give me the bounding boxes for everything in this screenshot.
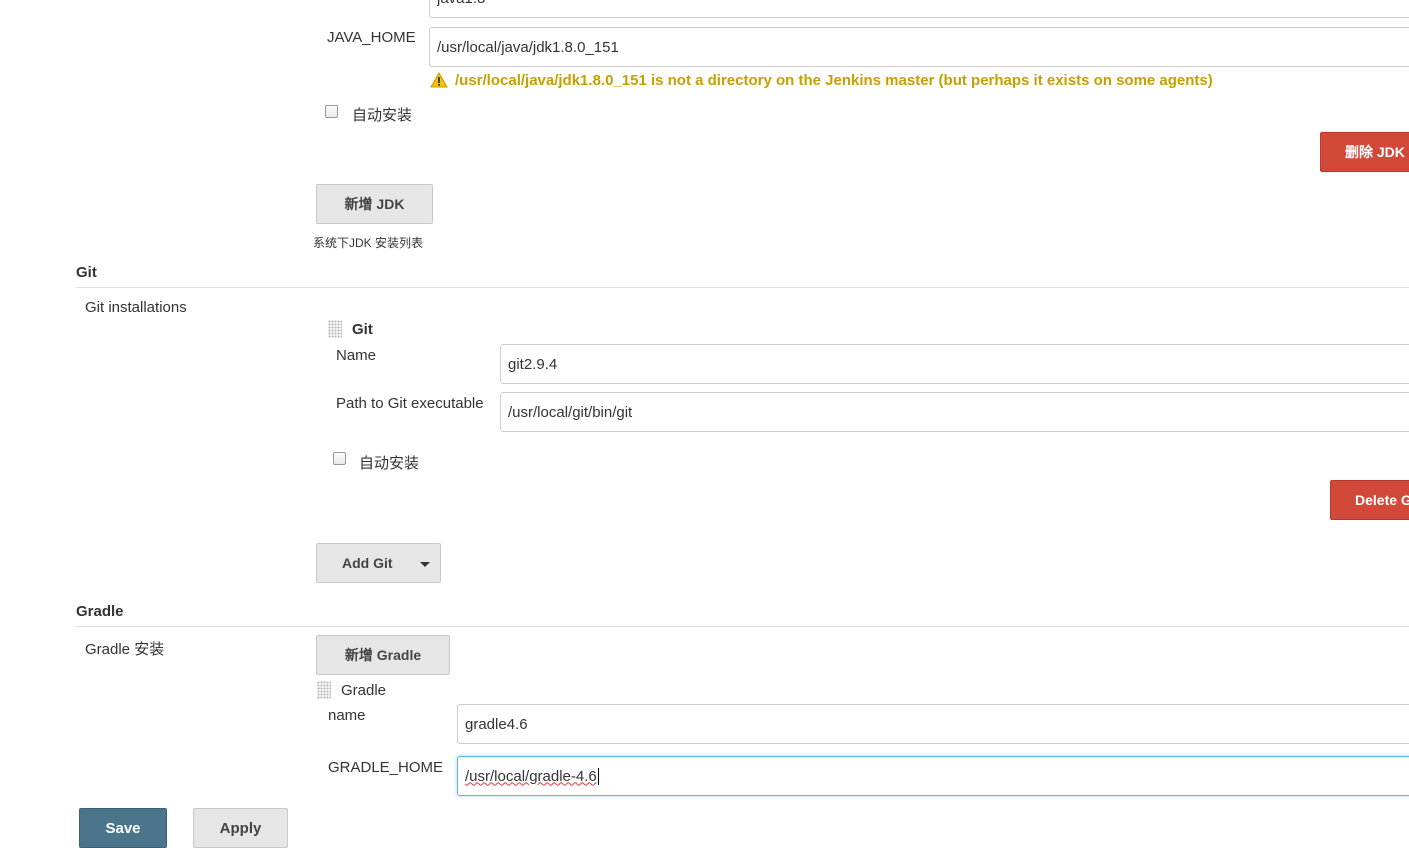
jdk-auto-install-label: 自动安装: [352, 107, 413, 124]
git-name-label: Name: [336, 347, 377, 364]
add-jdk-button[interactable]: 新增 JDK: [316, 184, 433, 224]
warning-icon: [430, 72, 448, 88]
add-git-label: Add Git: [342, 555, 393, 571]
git-section-title: Git: [76, 264, 97, 281]
drag-handle-icon[interactable]: [317, 681, 331, 699]
git-installations-label: Git installations: [85, 299, 187, 316]
chevron-down-icon: [420, 562, 430, 567]
drag-handle-icon[interactable]: [328, 320, 342, 338]
git-section-divider: [76, 287, 1409, 288]
save-button[interactable]: Save: [79, 808, 167, 848]
java-home-input[interactable]: [429, 27, 1409, 67]
gradle-item-title: Gradle: [341, 682, 387, 699]
add-git-button[interactable]: Add Git: [316, 543, 441, 583]
java-home-warning: /usr/local/java/jdk1.8.0_151 is not a di…: [455, 72, 1213, 89]
git-auto-install-checkbox[interactable]: [333, 452, 346, 465]
delete-jdk-button[interactable]: 删除 JDK: [1320, 132, 1409, 172]
gradle-home-value: /usr/local/gradle-4.6: [465, 767, 597, 785]
gradle-home-label: GRADLE_HOME: [328, 759, 444, 776]
git-path-label: Path to Git executable: [336, 395, 484, 412]
delete-git-button[interactable]: Delete Git: [1330, 480, 1409, 520]
java-home-label: JAVA_HOME: [327, 29, 416, 46]
gradle-installations-label: Gradle 安装: [85, 641, 165, 658]
jdk-list-caption: 系统下JDK 安装列表: [313, 236, 424, 250]
gradle-home-input[interactable]: /usr/local/gradle-4.6: [457, 756, 1409, 796]
jdk-name-input[interactable]: [429, 0, 1409, 18]
gradle-section-divider: [76, 626, 1409, 627]
gradle-name-label: name: [328, 707, 366, 724]
add-gradle-button[interactable]: 新增 Gradle: [316, 635, 450, 675]
git-name-input[interactable]: [500, 344, 1409, 384]
git-item-title: Git: [352, 321, 373, 338]
git-auto-install-label: 自动安装: [359, 455, 420, 472]
git-path-input[interactable]: [500, 392, 1409, 432]
apply-button[interactable]: Apply: [193, 808, 288, 848]
gradle-section-title: Gradle: [76, 603, 124, 620]
text-cursor: [597, 767, 599, 785]
gradle-name-input[interactable]: [457, 704, 1409, 744]
jdk-auto-install-checkbox[interactable]: [325, 105, 338, 118]
